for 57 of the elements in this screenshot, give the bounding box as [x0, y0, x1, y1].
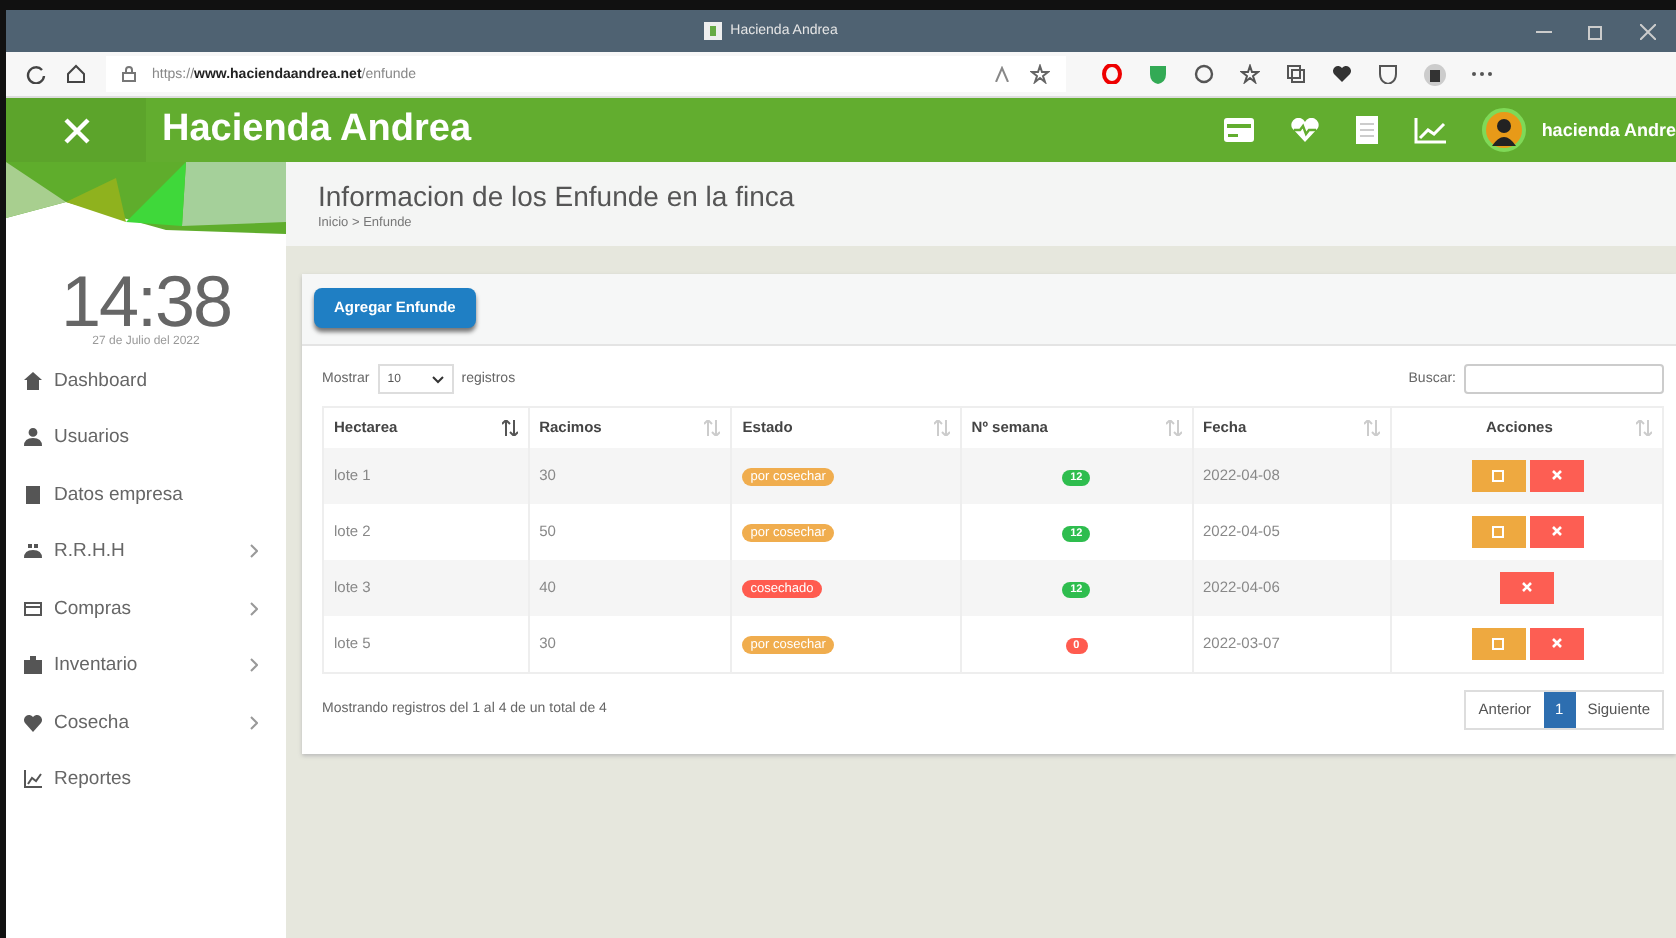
site-favicon-icon — [704, 22, 723, 40]
heart-icon[interactable] — [1332, 64, 1352, 84]
delete-icon — [1551, 526, 1562, 536]
dropdown-icon — [431, 375, 444, 383]
restore-icon[interactable] — [1588, 23, 1604, 39]
sidebar-item[interactable]: Usuarios — [6, 409, 286, 466]
menu-icon — [24, 713, 42, 732]
sidebar-item[interactable]: Reportes — [6, 751, 286, 808]
home-icon[interactable] — [66, 64, 86, 84]
chevron-icon — [250, 715, 258, 730]
menu-icon — [24, 770, 42, 789]
sidebar-item[interactable]: Inventario — [6, 637, 286, 694]
delete-icon — [1551, 470, 1562, 480]
menu-icon — [24, 485, 42, 504]
heartbeat-icon[interactable] — [1289, 118, 1320, 142]
collections-icon[interactable] — [1286, 64, 1306, 84]
delete-button[interactable] — [1500, 571, 1555, 603]
lock-icon — [122, 66, 136, 82]
clock-time: 14:38 — [60, 270, 232, 334]
avatar-icon[interactable] — [1481, 108, 1526, 152]
more-icon[interactable] — [1472, 70, 1492, 78]
menu-icon — [24, 656, 42, 675]
chart-icon[interactable] — [1413, 117, 1446, 143]
delete-button[interactable] — [1529, 515, 1584, 547]
opera-icon[interactable] — [1102, 64, 1122, 84]
page-title: Informacion de los Enfunde en la finca — [318, 179, 797, 211]
chevron-icon — [250, 601, 258, 616]
edit-button[interactable] — [1471, 627, 1526, 659]
reload-icon[interactable] — [26, 64, 46, 84]
search-field[interactable] — [1464, 364, 1664, 394]
chevron-icon — [250, 544, 258, 559]
shield-icon[interactable] — [1148, 64, 1168, 84]
close-icon[interactable] — [1640, 23, 1656, 39]
delete-button[interactable] — [1529, 459, 1584, 491]
edit-button[interactable] — [1471, 459, 1526, 491]
document-icon[interactable] — [1355, 116, 1378, 144]
security-icon[interactable] — [1378, 64, 1398, 84]
sidebar-item[interactable]: Datos empresa — [6, 466, 286, 523]
profile-icon[interactable] — [1424, 63, 1446, 85]
edit-button[interactable] — [1471, 515, 1526, 547]
sidebar-item[interactable]: Cosecha — [6, 694, 286, 751]
close-menu-icon[interactable] — [63, 117, 89, 143]
delete-button[interactable] — [1529, 627, 1584, 659]
sidebar-item[interactable]: Compras — [6, 580, 286, 637]
favorites-icon[interactable] — [1240, 64, 1260, 84]
card-icon[interactable] — [1223, 118, 1254, 142]
delete-icon — [1551, 638, 1562, 648]
menu-icon — [24, 428, 42, 447]
app-title: Hacienda Andrea — [162, 108, 472, 152]
delete-icon — [1522, 582, 1533, 592]
sidebar-item[interactable]: Dashboard — [6, 352, 286, 409]
menu-icon — [24, 542, 42, 561]
menu-icon — [24, 599, 42, 618]
sidebar-item[interactable]: R.R.H.H — [6, 523, 286, 580]
chevron-icon — [250, 658, 258, 673]
menu-icon — [24, 371, 42, 390]
favorite-add-icon[interactable] — [1030, 64, 1050, 84]
